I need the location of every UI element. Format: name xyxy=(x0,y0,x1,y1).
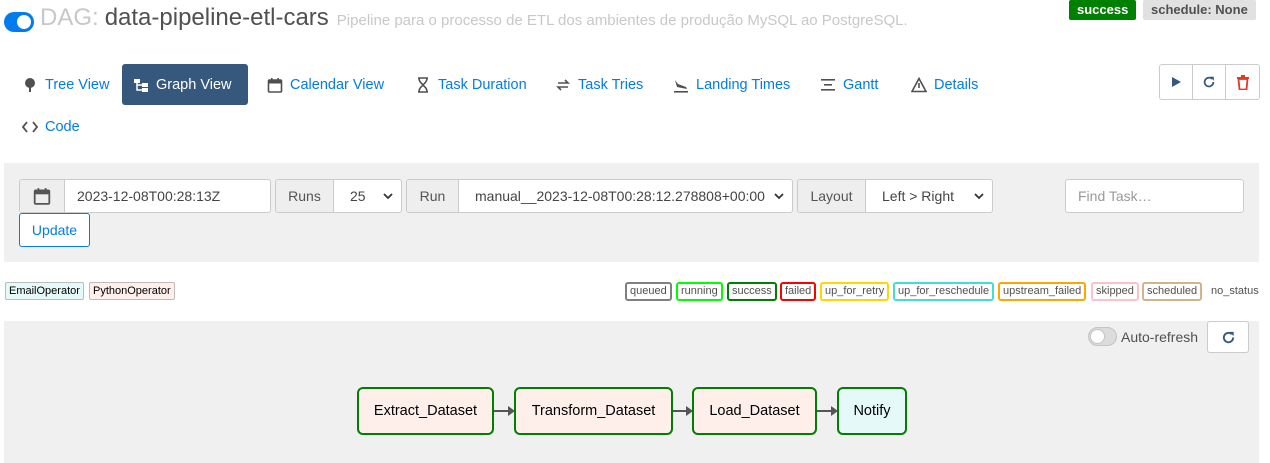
run-label: Run xyxy=(407,180,459,212)
update-button[interactable]: Update xyxy=(19,213,90,247)
layout-select[interactable]: Left > Right xyxy=(866,180,992,212)
edge-extract-to-transform xyxy=(494,406,515,416)
tab-label: Gantt xyxy=(843,76,879,93)
runs-value: 25 xyxy=(350,188,366,204)
layout-label: Layout xyxy=(798,180,866,212)
runs-select[interactable]: 25 xyxy=(334,180,401,212)
task-node-load-dataset[interactable]: Load_Dataset xyxy=(692,387,817,435)
layout-value: Left > Right xyxy=(882,188,954,204)
refresh-dag-button[interactable] xyxy=(1193,65,1226,99)
legend-state-up-for-reschedule: up_for_reschedule xyxy=(893,282,995,301)
hourglass-icon xyxy=(418,76,428,93)
tab-details[interactable]: Details xyxy=(900,64,989,105)
tab-label: Code xyxy=(45,118,80,135)
runs-label: Runs xyxy=(276,180,334,212)
tab-label: Landing Times xyxy=(696,76,791,93)
gantt-icon xyxy=(821,78,835,91)
chevron-down-icon xyxy=(774,193,784,200)
tab-label: Task Duration xyxy=(438,76,527,93)
calendar-icon xyxy=(33,188,51,205)
trash-icon xyxy=(1236,74,1249,90)
tab-landing-times[interactable]: Landing Times xyxy=(662,64,801,105)
auto-refresh-switch[interactable] xyxy=(1088,327,1117,346)
run-select[interactable]: manual__2023-12-08T00:28:12.278808+00:00 xyxy=(459,180,792,212)
tab-gantt[interactable]: Gantt xyxy=(809,64,889,105)
edge-transform-to-load xyxy=(673,406,693,416)
legend-state-scheduled: scheduled xyxy=(1142,282,1203,301)
tab-label: Tree View xyxy=(45,76,110,93)
layout-group: Layout Left > Right xyxy=(797,179,993,213)
plane-landing-icon xyxy=(674,79,688,93)
tab-task-tries[interactable]: Task Tries xyxy=(544,64,654,105)
find-task-input[interactable]: Find Task… xyxy=(1065,179,1244,213)
warning-triangle-icon xyxy=(911,76,927,92)
tab-label: Details xyxy=(934,76,979,93)
chevron-down-icon xyxy=(974,193,984,200)
run-group: Run manual__2023-12-08T00:28:12.278808+0… xyxy=(406,179,793,213)
legend-state-no-status: no_status xyxy=(1211,285,1259,297)
graph-refresh-button[interactable] xyxy=(1207,321,1249,353)
tab-label: Calendar View xyxy=(290,76,385,93)
refresh-icon xyxy=(1203,76,1215,88)
status-badge: success xyxy=(1069,0,1137,20)
legend-email-operator: EmailOperator xyxy=(5,282,84,300)
edge-load-to-notify xyxy=(817,406,838,416)
legend-state-success: success xyxy=(727,282,777,301)
legend-state-failed: failed xyxy=(780,282,817,301)
chevron-down-icon xyxy=(383,193,393,200)
legend-state-upstream-failed: upstream_failed xyxy=(998,282,1087,301)
refresh-icon xyxy=(1222,331,1234,343)
tab-graph-view[interactable]: Graph View xyxy=(122,64,248,105)
tab-label: Graph View xyxy=(156,76,232,93)
legend-python-operator: PythonOperator xyxy=(89,282,175,300)
tab-code[interactable]: Code xyxy=(11,106,91,147)
filter-bar: 2023-12-08T00:28:13Z Runs 25 Run manual_… xyxy=(4,163,1259,262)
schedule-badge: schedule: None xyxy=(1143,0,1256,20)
tree-icon xyxy=(25,77,35,92)
dag-description: Pipeline para o processo de ETL dos ambi… xyxy=(336,12,908,29)
calendar-addon[interactable] xyxy=(20,180,65,212)
legend-state-up-for-retry: up_for_retry xyxy=(820,282,890,301)
tab-calendar-view[interactable]: Calendar View xyxy=(256,64,395,105)
tab-tree-view[interactable]: Tree View xyxy=(11,64,120,105)
legend-state-skipped: skipped xyxy=(1091,282,1139,301)
run-value: manual__2023-12-08T00:28:12.278808+00:00 xyxy=(475,188,765,204)
auto-refresh-label: Auto-refresh xyxy=(1121,328,1199,345)
task-node-transform-dataset[interactable]: Transform_Dataset xyxy=(514,387,673,435)
calendar-icon xyxy=(267,77,283,93)
page-title: DAG: data-pipeline-etl-cars Pipeline par… xyxy=(40,4,908,38)
runs-group: Runs 25 xyxy=(275,179,402,213)
code-icon xyxy=(22,120,38,133)
retry-arrows-icon xyxy=(556,78,570,91)
legend-state-running: running xyxy=(676,282,723,301)
legend-state-queued: queued xyxy=(625,282,672,301)
task-node-notify[interactable]: Notify xyxy=(837,387,907,435)
dag-actions xyxy=(1159,64,1260,100)
tab-task-duration[interactable]: Task Duration xyxy=(404,64,538,105)
graph-icon xyxy=(134,78,148,92)
delete-dag-button[interactable] xyxy=(1226,65,1259,99)
tab-label: Task Tries xyxy=(578,76,644,93)
auto-refresh-toggle[interactable]: Auto-refresh xyxy=(1088,327,1198,346)
play-icon xyxy=(1172,77,1181,87)
base-date-input[interactable]: 2023-12-08T00:28:13Z xyxy=(65,180,232,212)
trigger-dag-button[interactable] xyxy=(1160,65,1193,99)
base-date-group: 2023-12-08T00:28:13Z xyxy=(19,179,271,213)
dag-pause-toggle[interactable] xyxy=(4,12,34,32)
task-node-extract-dataset[interactable]: Extract_Dataset xyxy=(357,387,494,435)
graph-canvas: Auto-refresh Extract_Dataset Transform_D… xyxy=(4,321,1259,463)
dag-id: data-pipeline-etl-cars xyxy=(104,4,329,31)
dag-prefix: DAG: xyxy=(40,4,99,31)
